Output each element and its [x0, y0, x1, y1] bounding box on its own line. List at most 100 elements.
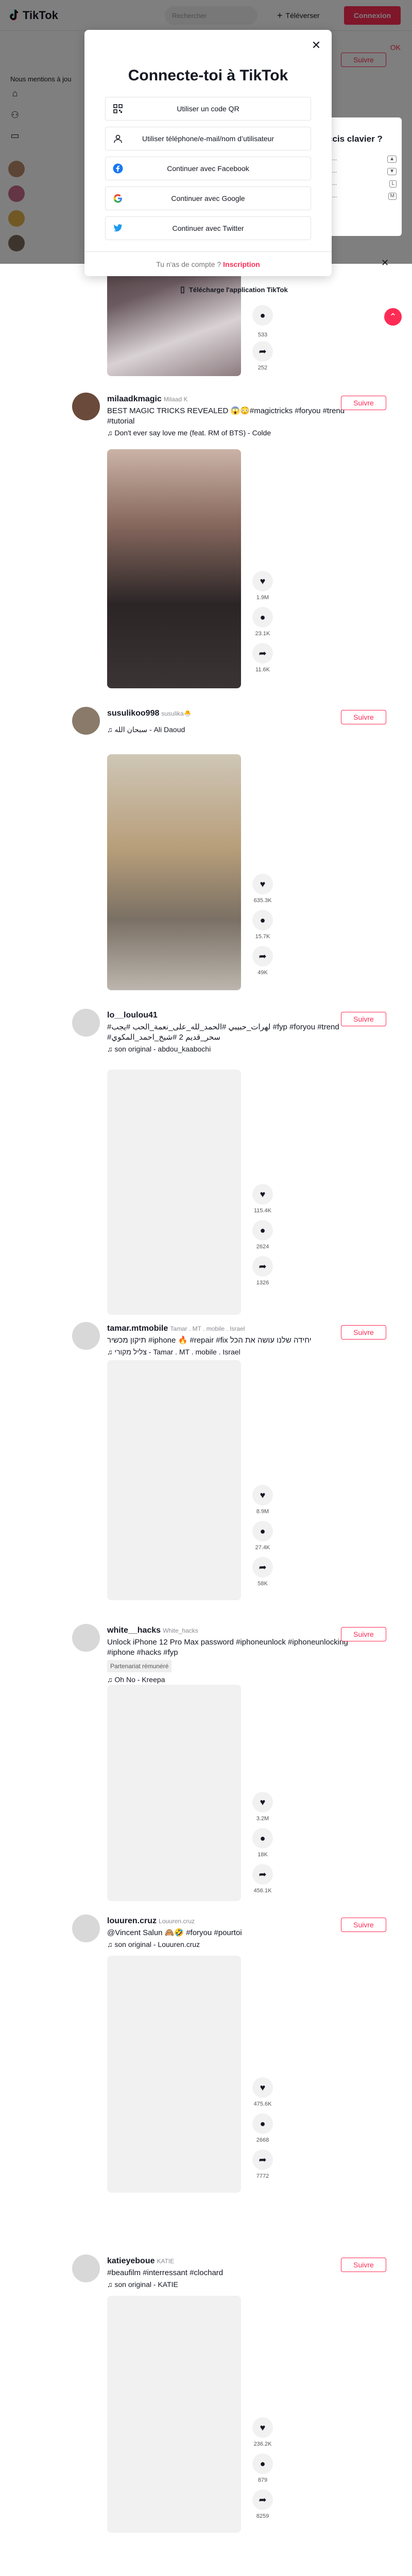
video-thumbnail[interactable] — [107, 2296, 241, 2533]
follow-button[interactable]: Suivre — [341, 2258, 386, 2272]
share-action[interactable]: ➦ 58K — [250, 1557, 275, 1587]
share-action[interactable]: ➦ 8259 — [250, 2489, 275, 2519]
like-count: 533 — [258, 332, 268, 338]
google-login-option[interactable]: Continuer avec Google — [105, 187, 311, 210]
follow-button[interactable]: Suivre — [341, 396, 386, 410]
like-action[interactable]: ♥ 236.2K — [250, 2417, 275, 2447]
video-thumbnail[interactable] — [107, 1360, 241, 1600]
close-icon[interactable]: ✕ — [310, 39, 322, 52]
post-username[interactable]: louuren.cruz Louuren.cruz — [107, 1917, 195, 1926]
avatar[interactable] — [72, 707, 100, 735]
scroll-top-icon[interactable]: ⌃ — [384, 308, 402, 326]
twitter-login-option[interactable]: Continuer avec Twitter — [105, 216, 311, 240]
share-count: 8259 — [256, 2513, 269, 2519]
follow-button[interactable]: Suivre — [341, 1918, 386, 1932]
post-description: BEST MAGIC TRICKS REVEALED 😱😳#magictrick… — [107, 406, 349, 438]
avatar[interactable] — [72, 2255, 100, 2282]
person-icon — [112, 132, 124, 145]
share-icon: ➦ — [252, 1557, 273, 1578]
follow-button[interactable]: Suivre — [341, 1012, 386, 1026]
post-username[interactable]: milaadkmagic Milaad K — [107, 395, 188, 404]
share-action[interactable]: ➦ 252 — [250, 341, 275, 371]
video-thumbnail[interactable] — [107, 1956, 241, 2193]
like-count: 1.9M — [256, 595, 269, 601]
post-music[interactable]: ♫ son original - abdou_kaabochi — [107, 1044, 349, 1054]
post-username[interactable]: katieyeboue KATIE — [107, 2257, 174, 2266]
heart-icon: ♥ — [252, 874, 273, 894]
shortcut-row: ...... L — [328, 180, 397, 188]
share-count: 1326 — [256, 1280, 269, 1286]
like-action[interactable]: ♥ 475.6K — [250, 2077, 275, 2107]
post-music[interactable]: ♫ צליל מקורי - Tamar . MT . mobile . Isr… — [107, 1347, 349, 1357]
video-thumbnail[interactable] — [107, 449, 241, 688]
post-username[interactable]: lo__loulou41 — [107, 1011, 158, 1020]
comment-action[interactable]: ● 18K — [250, 1828, 275, 1858]
comment-action[interactable]: ● 2668 — [250, 2113, 275, 2143]
comment-count: 15.7K — [255, 934, 270, 940]
option-label: Utiliser un code QR — [177, 105, 239, 113]
facebook-login-option[interactable]: Continuer avec Facebook — [105, 157, 311, 180]
keyboard-shortcuts-popup: ccis clavier ? ...... ▲ ...... ▼ ...... L .… — [322, 117, 402, 236]
comment-count: 2668 — [256, 2137, 269, 2143]
avatar[interactable] — [72, 393, 100, 420]
video-thumbnail[interactable] — [107, 1685, 241, 1901]
avatar[interactable] — [72, 1009, 100, 1037]
video-thumbnail[interactable] — [107, 1070, 241, 1315]
post-caption: Unlock iPhone 12 Pro Max password #iphon… — [107, 1638, 348, 1657]
like-action[interactable]: ♥ 115.4K — [250, 1184, 275, 1214]
post-music[interactable]: ♫ son original - KATIE — [107, 2279, 349, 2290]
post-music[interactable]: ♫ Don't ever say love me (feat. RM of BT… — [107, 428, 349, 438]
comment-action[interactable]: ● 23.1K — [250, 607, 275, 637]
follow-button[interactable]: Suivre — [341, 710, 386, 724]
share-action[interactable]: ➦ 7772 — [250, 2149, 275, 2179]
post-music[interactable]: ♫ Oh No - Kreepa — [107, 1674, 349, 1685]
video-thumbnail[interactable] — [107, 754, 241, 990]
comment-icon: ● — [252, 1220, 273, 1241]
comment-action[interactable]: ● — [250, 305, 275, 326]
share-action[interactable]: ➦ 11.6K — [250, 643, 275, 673]
like-action[interactable]: ♥ 3.2M — [250, 1792, 275, 1822]
heart-icon: ♥ — [252, 2417, 273, 2438]
post-description: תיקון מכשיר #iphone 🔥 #repair #fix יחידה… — [107, 1335, 349, 1357]
avatar[interactable] — [72, 1914, 100, 1942]
share-action[interactable]: ➦ 1326 — [250, 1256, 275, 1286]
option-label: Continuer avec Facebook — [167, 164, 249, 173]
qr-login-option[interactable]: Utiliser un code QR — [105, 97, 311, 121]
close-icon[interactable]: ✕ — [381, 258, 389, 268]
like-action[interactable]: ♥ 635.3K — [250, 874, 275, 904]
share-icon: ➦ — [252, 946, 273, 967]
avatar[interactable] — [72, 1624, 100, 1652]
comment-action[interactable]: ● 15.7K — [250, 910, 275, 940]
share-action[interactable]: ➦ 49K — [250, 946, 275, 976]
shortcut-row: ...... ▲ — [328, 156, 397, 163]
share-count: 49K — [258, 970, 268, 976]
follow-button[interactable]: Suivre — [341, 1627, 386, 1641]
post-caption: תיקון מכשיר #iphone 🔥 #repair #fix יחידה… — [107, 1336, 312, 1345]
post-description: @Vincent Salun 🙈🤣 #foryou #pourtoi ♫ son… — [107, 1928, 349, 1950]
phone-email-login-option[interactable]: Utiliser téléphone/e-mail/nom d’utilisat… — [105, 127, 311, 150]
like-action[interactable]: ♥ 8.9M — [250, 1485, 275, 1515]
comment-action[interactable]: ● 2624 — [250, 1220, 275, 1250]
qr-code-icon — [112, 103, 124, 115]
signup-link[interactable]: Inscription — [223, 260, 260, 268]
download-app-banner[interactable]: ▯ Télécharge l'application TikTok — [180, 278, 335, 301]
comment-count: 23.1K — [255, 631, 270, 637]
post-username[interactable]: white__hacks White_hacks — [107, 1626, 198, 1635]
post-description: #لهرات_حبيبي #الحمد_لله_على_نعمة_الحب #ي… — [107, 1022, 349, 1054]
share-icon: ➦ — [252, 2149, 273, 2170]
post-username[interactable]: susulikoo998 susulika🐣 — [107, 709, 192, 718]
heart-icon: ♥ — [252, 1184, 273, 1205]
share-count: 7772 — [256, 2173, 269, 2179]
post-music[interactable]: ♫ سبحان الله - Ali Daoud — [107, 724, 349, 735]
avatar[interactable] — [72, 1322, 100, 1350]
google-icon — [112, 192, 124, 205]
comment-action[interactable]: ● 879 — [250, 2453, 275, 2483]
follow-button[interactable]: Suivre — [341, 1325, 386, 1340]
keyboard-popup-title: ccis clavier ? — [328, 134, 383, 144]
comment-action[interactable]: ● 27.4K — [250, 1521, 275, 1551]
share-action[interactable]: ➦ 456.1K — [250, 1864, 275, 1894]
post-username[interactable]: tamar.mtmobile Tamar . MT . mobile . Isra… — [107, 1324, 245, 1333]
share-icon: ➦ — [252, 341, 273, 362]
post-music[interactable]: ♫ son original - Louuren.cruz — [107, 1939, 349, 1950]
like-action[interactable]: ♥ 1.9M — [250, 571, 275, 601]
